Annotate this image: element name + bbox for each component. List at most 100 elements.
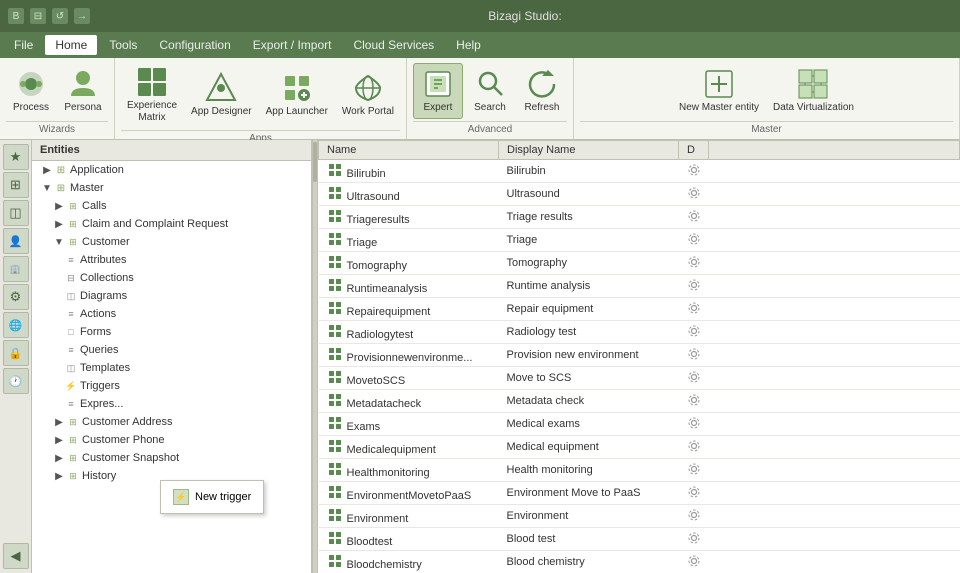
expand-icon-caddr: ▶ <box>52 415 66 429</box>
sidebar-icon-star[interactable]: ★ <box>3 144 29 170</box>
sidebar-icon-globe[interactable]: 🌐 <box>3 312 29 338</box>
left-sidebar: ★ ⊞ ◫ 👤 🏢 ⚙ 🌐 🔒 🕐 ◀ <box>0 140 32 573</box>
entity-icon-caddr: ⊞ <box>66 415 80 429</box>
col-name[interactable]: Name <box>319 141 499 160</box>
tree-item-attributes[interactable]: ≡ Attributes <box>32 251 311 269</box>
refresh-button[interactable]: Refresh <box>517 64 567 118</box>
app-icon-application: ⊞ <box>54 163 68 177</box>
table-row[interactable]: Bloodchemistry Blood chemistry <box>319 551 960 573</box>
cell-gear[interactable] <box>679 551 709 573</box>
cell-name: Bloodchemistry <box>319 551 499 573</box>
tree-item-claim[interactable]: ▶ ⊞ Claim and Complaint Request <box>32 215 311 233</box>
cell-gear[interactable] <box>679 505 709 528</box>
sidebar-icon-arrow[interactable]: ◀ <box>3 543 29 569</box>
work-portal-button[interactable]: Work Portal <box>336 68 400 122</box>
cell-gear[interactable] <box>679 160 709 183</box>
title-bar: B ⊟ ↺ → Bizagi Studio: <box>0 0 960 32</box>
menu-help[interactable]: Help <box>446 35 491 55</box>
cell-gear[interactable] <box>679 413 709 436</box>
app-launcher-button[interactable]: App Launcher <box>260 68 334 122</box>
table-row[interactable]: Bloodtest Blood test <box>319 528 960 551</box>
cell-gear[interactable] <box>679 390 709 413</box>
app-designer-button[interactable]: App Designer <box>185 68 258 122</box>
sidebar-icon-lock[interactable]: 🔒 <box>3 340 29 366</box>
col-extra <box>709 141 960 160</box>
menu-file[interactable]: File <box>4 35 43 55</box>
persona-button[interactable]: Persona <box>58 64 108 118</box>
tree-item-customer-snapshot[interactable]: ▶ ⊞ Customer Snapshot <box>32 449 311 467</box>
redo-icon[interactable]: → <box>74 8 90 24</box>
tree-item-customer-phone[interactable]: ▶ ⊞ Customer Phone <box>32 431 311 449</box>
expert-button[interactable]: Expert <box>413 63 463 119</box>
row-entity-icon <box>327 208 343 224</box>
tree-item-master[interactable]: ▼ ⊞ Master <box>32 179 311 197</box>
tree-item-customer[interactable]: ▼ ⊞ Customer <box>32 233 311 251</box>
tree-item-calls[interactable]: ▶ ⊞ Calls <box>32 197 311 215</box>
tree-item-application[interactable]: ▶ ⊞ Application <box>32 161 311 179</box>
tree-item-actions[interactable]: ≡ Actions <box>32 305 311 323</box>
table-row[interactable]: Environment Environment <box>319 505 960 528</box>
cell-display-name: Environment <box>499 505 679 528</box>
table-row[interactable]: Triage Triage <box>319 229 960 252</box>
cell-gear[interactable] <box>679 436 709 459</box>
sidebar-icon-clock[interactable]: 🕐 <box>3 368 29 394</box>
tree-item-triggers[interactable]: ⚡ Triggers <box>32 377 311 395</box>
sidebar-icon-person[interactable]: 👤 <box>3 228 29 254</box>
tree-item-diagrams[interactable]: ◫ Diagrams <box>32 287 311 305</box>
expert-icon <box>422 68 454 100</box>
table-row[interactable]: Healthmonitoring Health monitoring <box>319 459 960 482</box>
sidebar-icon-settings[interactable]: ⚙ <box>3 284 29 310</box>
cell-gear[interactable] <box>679 482 709 505</box>
menu-configuration[interactable]: Configuration <box>149 35 240 55</box>
sidebar-icon-grid[interactable]: ⊞ <box>3 172 29 198</box>
menu-tools[interactable]: Tools <box>99 35 147 55</box>
table-row[interactable]: Metadatacheck Metadata check <box>319 390 960 413</box>
cell-gear[interactable] <box>679 321 709 344</box>
col-d[interactable]: D <box>679 141 709 160</box>
app-icon: B <box>8 8 24 24</box>
cell-gear[interactable] <box>679 183 709 206</box>
table-row[interactable]: MovetoSCS Move to SCS <box>319 367 960 390</box>
tree-item-customer-address[interactable]: ▶ ⊞ Customer Address <box>32 413 311 431</box>
search-button[interactable]: Search <box>465 64 515 118</box>
tree-item-templates[interactable]: ◫ Templates <box>32 359 311 377</box>
cell-gear[interactable] <box>679 206 709 229</box>
table-row[interactable]: Exams Medical exams <box>319 413 960 436</box>
table-row[interactable]: Medicalequipment Medical equipment <box>319 436 960 459</box>
table-row[interactable]: Repairequipment Repair equipment <box>319 298 960 321</box>
col-display-name[interactable]: Display Name <box>499 141 679 160</box>
table-row[interactable]: Bilirubin Bilirubin <box>319 160 960 183</box>
data-virtualization-button[interactable]: Data Virtualization <box>767 64 860 118</box>
table-row[interactable]: Ultrasound Ultrasound <box>319 183 960 206</box>
experience-matrix-button[interactable]: ExperienceMatrix <box>121 62 183 128</box>
new-master-entity-button[interactable]: New Master entity <box>673 64 765 118</box>
cell-gear[interactable] <box>679 229 709 252</box>
menu-export[interactable]: Export / Import <box>243 35 342 55</box>
menu-home[interactable]: Home <box>45 35 97 55</box>
undo-icon[interactable]: ↺ <box>52 8 68 24</box>
cell-gear[interactable] <box>679 367 709 390</box>
save-icon[interactable]: ⊟ <box>30 8 46 24</box>
sidebar-icon-doc[interactable]: ◫ <box>3 200 29 226</box>
cell-gear[interactable] <box>679 528 709 551</box>
sidebar-icon-building[interactable]: 🏢 <box>3 256 29 282</box>
table-row[interactable]: Runtimeanalysis Runtime analysis <box>319 275 960 298</box>
table-row[interactable]: Tomography Tomography <box>319 252 960 275</box>
tree-item-queries[interactable]: ≡ Queries <box>32 341 311 359</box>
process-button[interactable]: Process <box>6 64 56 118</box>
table-row[interactable]: Provisionnewenvironme... Provision new e… <box>319 344 960 367</box>
menu-cloud[interactable]: Cloud Services <box>343 35 444 55</box>
cell-gear[interactable] <box>679 298 709 321</box>
tree-item-collections[interactable]: ⊟ Collections <box>32 269 311 287</box>
cell-gear[interactable] <box>679 344 709 367</box>
table-row[interactable]: Radiologytest Radiology test <box>319 321 960 344</box>
table-row[interactable]: EnvironmentMovetoPaaS Environment Move t… <box>319 482 960 505</box>
cell-gear[interactable] <box>679 252 709 275</box>
tree-item-forms[interactable]: □ Forms <box>32 323 311 341</box>
tree-item-expressions[interactable]: ≡ Expres... <box>32 395 311 413</box>
expert-label: Expert <box>424 102 453 114</box>
new-trigger-menu-item[interactable]: ⚡ New trigger <box>161 485 263 509</box>
cell-gear[interactable] <box>679 459 709 482</box>
cell-gear[interactable] <box>679 275 709 298</box>
table-row[interactable]: Triageresults Triage results <box>319 206 960 229</box>
